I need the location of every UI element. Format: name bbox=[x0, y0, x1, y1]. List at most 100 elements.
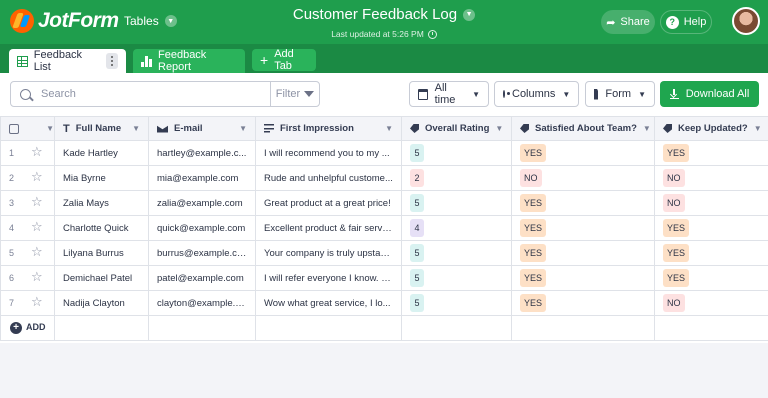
cell-satisfied[interactable]: YES bbox=[511, 215, 655, 241]
empty-cell[interactable] bbox=[654, 315, 768, 341]
cell-overall-rating[interactable]: 5 bbox=[401, 265, 512, 291]
star-icon[interactable] bbox=[31, 169, 43, 185]
filter-button[interactable]: Filter bbox=[270, 82, 319, 106]
chevron-down-icon[interactable]: ▼ bbox=[754, 124, 762, 133]
column-header-satisfied[interactable]: Satisfied About Team? ▼ bbox=[511, 116, 655, 141]
empty-cell[interactable] bbox=[255, 315, 402, 341]
star-icon[interactable] bbox=[31, 269, 43, 285]
rating-badge: 5 bbox=[410, 269, 424, 287]
add-row-button[interactable]: + ADD bbox=[0, 315, 55, 341]
search-input[interactable]: Search bbox=[41, 88, 270, 100]
cell-email[interactable]: quick@example.com bbox=[148, 215, 256, 241]
empty-cell[interactable] bbox=[401, 315, 512, 341]
empty-cell[interactable] bbox=[511, 315, 655, 341]
cell-satisfied[interactable]: YES bbox=[511, 240, 655, 266]
time-range-dropdown[interactable]: All time ▼ bbox=[409, 81, 489, 107]
tab-feedback-report[interactable]: Feedback Report bbox=[133, 49, 245, 73]
row-selector[interactable]: 5 bbox=[0, 240, 55, 266]
table-row[interactable]: 5 Lilyana Burrus burrus@example.com Your… bbox=[0, 240, 768, 266]
cell-first-impression[interactable]: Excellent product & fair service bbox=[255, 215, 402, 241]
cell-full-name[interactable]: Lilyana Burrus bbox=[54, 240, 149, 266]
cell-satisfied[interactable]: YES bbox=[511, 140, 655, 166]
columns-dropdown[interactable]: Columns ▼ bbox=[494, 81, 579, 107]
row-selector[interactable]: 3 bbox=[0, 190, 55, 216]
column-header-keep-updated[interactable]: Keep Updated? ▼ bbox=[654, 116, 768, 141]
cell-keep-updated[interactable]: NO bbox=[654, 290, 768, 316]
chevron-down-icon[interactable]: ▼ bbox=[643, 124, 651, 133]
empty-cell[interactable] bbox=[148, 315, 256, 341]
cell-overall-rating[interactable]: 2 bbox=[401, 165, 512, 191]
tab-options-icon[interactable] bbox=[106, 53, 118, 69]
share-icon: ➦ bbox=[606, 16, 616, 29]
cell-first-impression[interactable]: Wow what great service, I lo... bbox=[255, 290, 402, 316]
chevron-down-icon[interactable]: ▼ bbox=[132, 124, 140, 133]
form-dropdown[interactable]: Form ▼ bbox=[585, 81, 655, 107]
cell-satisfied[interactable]: NO bbox=[511, 165, 655, 191]
column-header-email[interactable]: E-mail ▼ bbox=[148, 116, 256, 141]
cell-first-impression[interactable]: Great product at a great price! bbox=[255, 190, 402, 216]
cell-satisfied[interactable]: YES bbox=[511, 190, 655, 216]
cell-keep-updated[interactable]: YES bbox=[654, 240, 768, 266]
cell-full-name[interactable]: Zalia Mays bbox=[54, 190, 149, 216]
table-row[interactable]: 4 Charlotte Quick quick@example.com Exce… bbox=[0, 215, 768, 241]
cell-keep-updated[interactable]: YES bbox=[654, 215, 768, 241]
row-selector[interactable]: 2 bbox=[0, 165, 55, 191]
cell-full-name[interactable]: Kade Hartley bbox=[54, 140, 149, 166]
cell-keep-updated[interactable]: NO bbox=[654, 190, 768, 216]
table-row[interactable]: 7 Nadija Clayton clayton@example.com Wow… bbox=[0, 290, 768, 316]
empty-cell[interactable] bbox=[54, 315, 149, 341]
cell-email[interactable]: patel@example.com bbox=[148, 265, 256, 291]
cell-email[interactable]: hartley@example.c... bbox=[148, 140, 256, 166]
cell-first-impression[interactable]: Your company is truly upstan... bbox=[255, 240, 402, 266]
cell-full-name[interactable]: Charlotte Quick bbox=[54, 215, 149, 241]
column-header-full-name[interactable]: T Full Name ▼ bbox=[54, 116, 149, 141]
column-header-overall-rating[interactable]: Overall Rating ▼ bbox=[401, 116, 512, 141]
chevron-down-icon[interactable]: ▼ bbox=[385, 124, 393, 133]
star-icon[interactable] bbox=[31, 219, 43, 235]
table-row[interactable]: 1 Kade Hartley hartley@example.c... I wi… bbox=[0, 140, 768, 166]
cell-full-name[interactable]: Nadija Clayton bbox=[54, 290, 149, 316]
cell-overall-rating[interactable]: 4 bbox=[401, 215, 512, 241]
table-row[interactable]: 2 Mia Byrne mia@example.com Rude and unh… bbox=[0, 165, 768, 191]
star-icon[interactable] bbox=[31, 294, 43, 310]
cell-first-impression[interactable]: I will recommend you to my ... bbox=[255, 140, 402, 166]
cell-keep-updated[interactable]: NO bbox=[654, 165, 768, 191]
row-selector[interactable]: 6 bbox=[0, 265, 55, 291]
cell-keep-updated[interactable]: YES bbox=[654, 140, 768, 166]
row-selector[interactable]: 1 bbox=[0, 140, 55, 166]
cell-email[interactable]: zalia@example.com bbox=[148, 190, 256, 216]
cell-satisfied[interactable]: YES bbox=[511, 265, 655, 291]
table-row[interactable]: 3 Zalia Mays zalia@example.com Great pro… bbox=[0, 190, 768, 216]
chevron-down-icon[interactable]: ▼ bbox=[239, 124, 247, 133]
cell-overall-rating[interactable]: 5 bbox=[401, 190, 512, 216]
row-selector[interactable]: 4 bbox=[0, 215, 55, 241]
select-all-checkbox[interactable] bbox=[9, 123, 19, 134]
share-button[interactable]: ➦ Share bbox=[601, 10, 655, 34]
row-selector[interactable]: 7 bbox=[0, 290, 55, 316]
page-title[interactable]: Customer Feedback Log ▼ bbox=[293, 6, 476, 23]
cell-email[interactable]: mia@example.com bbox=[148, 165, 256, 191]
cell-first-impression[interactable]: I will refer everyone I know. I ... bbox=[255, 265, 402, 291]
cell-keep-updated[interactable]: YES bbox=[654, 265, 768, 291]
table-row[interactable]: 6 Demichael Patel patel@example.com I wi… bbox=[0, 265, 768, 291]
cell-overall-rating[interactable]: 5 bbox=[401, 140, 512, 166]
help-button[interactable]: ? Help bbox=[660, 10, 712, 34]
tab-feedback-list[interactable]: Feedback List bbox=[9, 49, 126, 73]
chevron-down-icon[interactable]: ▼ bbox=[495, 124, 503, 133]
chevron-down-icon[interactable]: ▼ bbox=[46, 124, 53, 133]
cell-email[interactable]: burrus@example.com bbox=[148, 240, 256, 266]
cell-overall-rating[interactable]: 5 bbox=[401, 240, 512, 266]
avatar[interactable] bbox=[732, 7, 760, 35]
cell-full-name[interactable]: Demichael Patel bbox=[54, 265, 149, 291]
column-header-first-impression[interactable]: First Impression ▼ bbox=[255, 116, 402, 141]
cell-full-name[interactable]: Mia Byrne bbox=[54, 165, 149, 191]
cell-satisfied[interactable]: YES bbox=[511, 290, 655, 316]
star-icon[interactable] bbox=[31, 194, 43, 210]
star-icon[interactable] bbox=[31, 244, 43, 260]
star-icon[interactable] bbox=[31, 144, 43, 160]
cell-email[interactable]: clayton@example.com bbox=[148, 290, 256, 316]
download-all-button[interactable]: Download All bbox=[660, 81, 759, 107]
cell-first-impression[interactable]: Rude and unhelpful custome... bbox=[255, 165, 402, 191]
add-tab-button[interactable]: + Add Tab bbox=[252, 48, 316, 72]
cell-overall-rating[interactable]: 5 bbox=[401, 290, 512, 316]
